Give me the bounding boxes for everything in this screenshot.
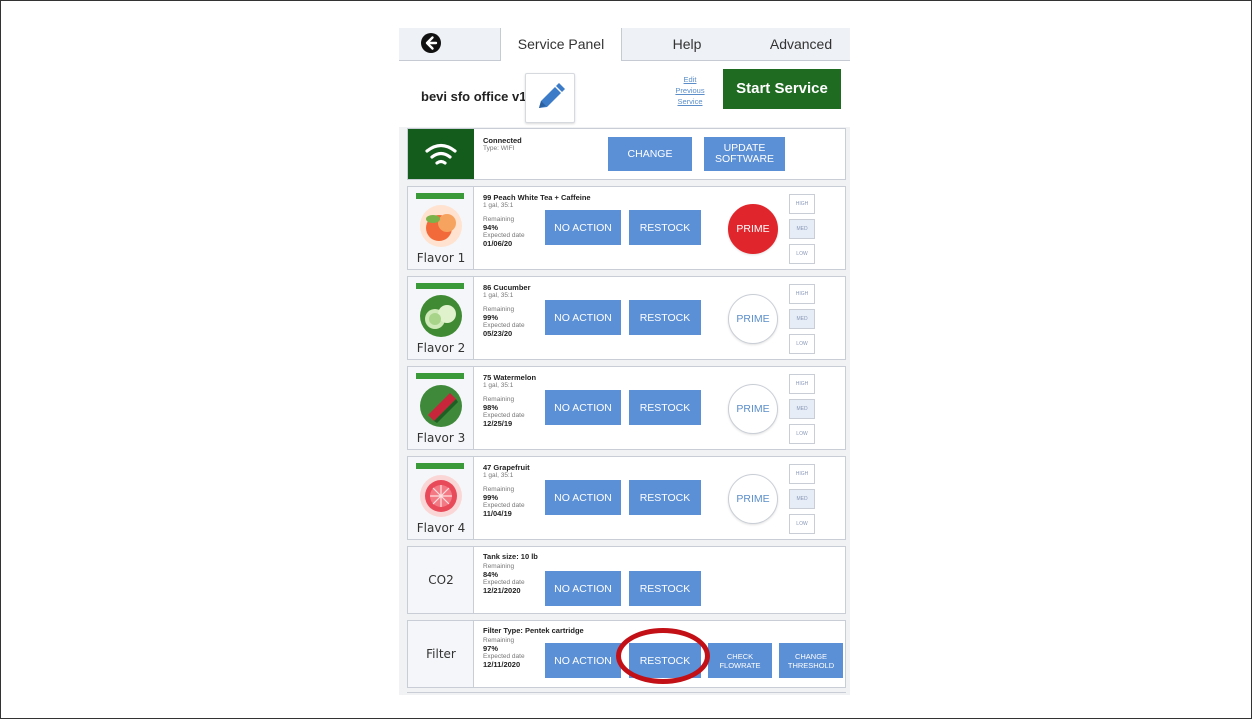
level-high-button[interactable]: HIGH bbox=[789, 374, 815, 394]
level-med-button[interactable]: MED bbox=[789, 489, 815, 509]
expected-date: 12/21/2020 bbox=[483, 586, 521, 595]
edit-name-button[interactable] bbox=[525, 73, 575, 123]
change-network-button[interactable]: CHANGE bbox=[608, 137, 692, 171]
check-flowrate-button[interactable]: CHECK FLOWRATE bbox=[708, 643, 772, 678]
flavor-label: Flavor 4 bbox=[416, 521, 466, 535]
flavor-size: 1 gal, 35:1 bbox=[483, 472, 514, 479]
device-header: bevi sfo office v1 Edit Previous Service… bbox=[399, 61, 850, 127]
restock-button[interactable]: RESTOCK bbox=[629, 390, 701, 425]
flavor-name: 99 Peach White Tea + Caffeine bbox=[483, 193, 591, 202]
restock-button[interactable]: RESTOCK bbox=[629, 643, 701, 678]
no-action-button[interactable]: NO ACTION bbox=[545, 390, 621, 425]
update-software-button[interactable]: UPDATE SOFTWARE bbox=[704, 137, 785, 171]
back-button[interactable] bbox=[399, 28, 500, 61]
prime-button[interactable]: PRIME bbox=[728, 294, 778, 344]
no-action-button[interactable]: NO ACTION bbox=[545, 210, 621, 245]
wifi-icon bbox=[425, 143, 457, 165]
grapefruit-image bbox=[420, 475, 462, 517]
level-med-button[interactable]: MED bbox=[789, 399, 815, 419]
flavor-info: 86 Cucumber 1 gal, 35:1 Remaining 99% Ex… bbox=[483, 284, 531, 338]
flavor-label: Flavor 1 bbox=[416, 251, 466, 265]
service-panel-app: Service Panel Help Advanced bevi sfo off… bbox=[399, 28, 850, 695]
level-high-button[interactable]: HIGH bbox=[789, 464, 815, 484]
flavor-size: 1 gal, 35:1 bbox=[483, 292, 514, 299]
no-action-button[interactable]: NO ACTION bbox=[545, 300, 621, 335]
flavor-size: 1 gal, 35:1 bbox=[483, 202, 514, 209]
level-low-button[interactable]: LOW bbox=[789, 334, 815, 354]
device-name: bevi sfo office v1 bbox=[421, 89, 527, 104]
remaining-value: 98% bbox=[483, 403, 499, 412]
expected-date: 05/23/20 bbox=[483, 329, 513, 338]
remaining-value: 84% bbox=[483, 570, 499, 579]
level-high-button[interactable]: HIGH bbox=[789, 194, 815, 214]
flavor-info: 75 Watermelon 1 gal, 35:1 Remaining 98% … bbox=[483, 374, 536, 428]
restock-button[interactable]: RESTOCK bbox=[629, 480, 701, 515]
filter-label: Filter bbox=[426, 647, 456, 661]
prime-button[interactable]: PRIME bbox=[728, 474, 778, 524]
level-med-button[interactable]: MED bbox=[789, 219, 815, 239]
prime-button[interactable]: PRIME bbox=[728, 384, 778, 434]
cucumber-image bbox=[420, 295, 462, 337]
flavor-card-4: Flavor 4 47 Grapefruit 1 gal, 35:1 Remai… bbox=[407, 456, 846, 540]
flavor-label: Flavor 2 bbox=[416, 341, 466, 355]
expected-date: 11/04/19 bbox=[483, 509, 512, 518]
wifi-type: Type: WIFI bbox=[483, 145, 515, 152]
restock-button[interactable]: RESTOCK bbox=[629, 300, 701, 335]
tab-bar: Service Panel Help Advanced bbox=[399, 28, 850, 61]
start-service-button[interactable]: Start Service bbox=[723, 69, 841, 109]
peach-image bbox=[420, 205, 462, 247]
flavor-name: 75 Watermelon bbox=[483, 373, 537, 382]
co2-card: CO2 Tank size: 10 lb Remaining 84% Expec… bbox=[407, 546, 846, 614]
flavor-card-2: Flavor 2 86 Cucumber 1 gal, 35:1 Remaini… bbox=[407, 276, 846, 360]
next-card-edge bbox=[407, 692, 846, 695]
flavor-card-1: Flavor 1 99 Peach White Tea + Caffeine 1… bbox=[407, 186, 846, 270]
filter-type: Filter Type: Pentek cartridge bbox=[483, 626, 584, 635]
co2-label: CO2 bbox=[428, 573, 454, 587]
restock-button[interactable]: RESTOCK bbox=[629, 210, 701, 245]
level-high-button[interactable]: HIGH bbox=[789, 284, 815, 304]
wifi-info: Connected Type: WIFI bbox=[483, 137, 522, 153]
no-action-button[interactable]: NO ACTION bbox=[545, 480, 621, 515]
no-action-button[interactable]: NO ACTION bbox=[545, 643, 621, 678]
remaining-value: 99% bbox=[483, 313, 499, 322]
watermelon-image bbox=[420, 385, 462, 427]
prime-button[interactable]: PRIME bbox=[728, 204, 778, 254]
expected-date: 12/25/19 bbox=[483, 419, 513, 428]
flavor-name: 86 Cucumber bbox=[483, 283, 531, 292]
flavor-card-3: Flavor 3 75 Watermelon 1 gal, 35:1 Remai… bbox=[407, 366, 846, 450]
back-arrow-icon bbox=[421, 33, 441, 53]
wifi-status: Connected bbox=[483, 136, 522, 145]
no-action-button[interactable]: NO ACTION bbox=[545, 571, 621, 606]
flavor-size: 1 gal, 35:1 bbox=[483, 382, 514, 389]
flavor-info: 47 Grapefruit 1 gal, 35:1 Remaining 99% … bbox=[483, 464, 530, 518]
level-low-button[interactable]: LOW bbox=[789, 244, 815, 264]
co2-info: Tank size: 10 lb Remaining 84% Expected … bbox=[483, 553, 538, 595]
filter-card: Filter Filter Type: Pentek cartridge Rem… bbox=[407, 620, 846, 688]
restock-button[interactable]: RESTOCK bbox=[629, 571, 701, 606]
tab-help[interactable]: Help bbox=[622, 28, 752, 61]
flavor-name: 47 Grapefruit bbox=[483, 463, 530, 472]
remaining-value: 99% bbox=[483, 493, 499, 502]
level-low-button[interactable]: LOW bbox=[789, 424, 815, 444]
pencil-icon bbox=[539, 83, 565, 108]
flavor-label: Flavor 3 bbox=[416, 431, 466, 445]
tab-service-panel[interactable]: Service Panel bbox=[500, 28, 622, 61]
tab-advanced[interactable]: Advanced bbox=[752, 28, 850, 61]
wifi-card: Connected Type: WIFI CHANGE UPDATE SOFTW… bbox=[407, 128, 846, 180]
wifi-status-box bbox=[408, 129, 474, 179]
change-threshold-button[interactable]: CHANGE THRESHOLD bbox=[779, 643, 843, 678]
tank-size: Tank size: 10 lb bbox=[483, 552, 538, 561]
edit-previous-service-link[interactable]: Edit Previous Service bbox=[669, 74, 711, 107]
level-low-button[interactable]: LOW bbox=[789, 514, 815, 534]
level-med-button[interactable]: MED bbox=[789, 309, 815, 329]
